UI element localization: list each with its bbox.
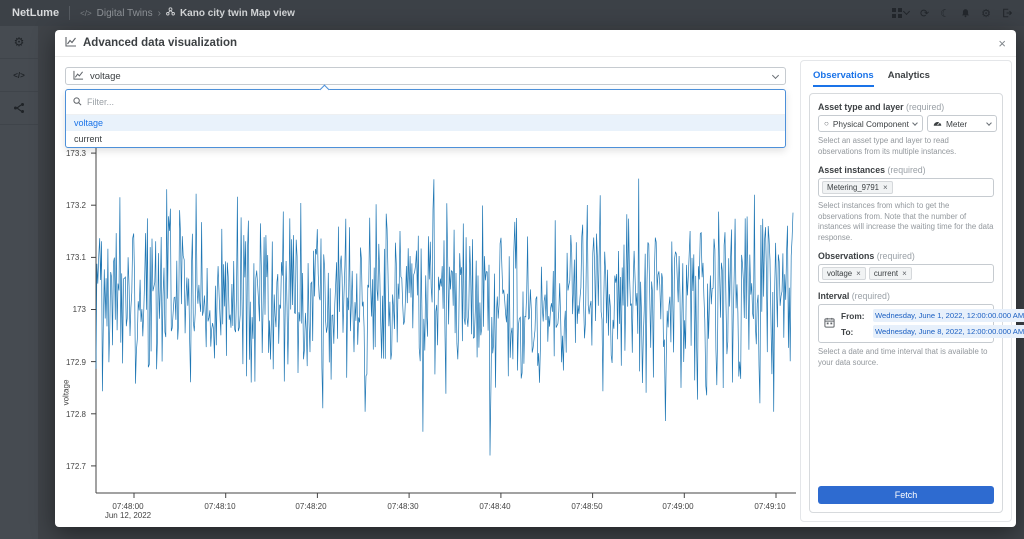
y-tick: 172.7: [59, 462, 86, 471]
asset-type-label: Asset type and layer (required): [818, 102, 994, 112]
chevron-down-icon: [912, 120, 918, 126]
gear-icon: ⚙: [14, 35, 25, 49]
x-tick: 07:48:00: [93, 502, 163, 511]
chart-canvas[interactable]: [90, 127, 801, 499]
calendar-icon: [824, 315, 835, 333]
remove-chip-icon[interactable]: ×: [883, 183, 888, 192]
observations-form: Asset type and layer (required) ○ Physic…: [809, 93, 1003, 513]
physical-component-icon: ○: [824, 119, 829, 128]
x-tick: 07:49:10: [735, 502, 805, 511]
panel-tabs: Observations Analytics: [801, 61, 1011, 87]
logout-icon[interactable]: [1002, 8, 1012, 18]
dialog-title: Advanced data visualization: [83, 37, 237, 49]
y-tick: 173.1: [59, 253, 86, 262]
sidebar-item-settings[interactable]: ⚙: [0, 26, 38, 59]
x-tick: 07:48:30: [368, 502, 438, 511]
dialog-header: Advanced data visualization ×: [55, 30, 1016, 57]
y-tick: 172.8: [59, 410, 86, 419]
x-axis-date-label: Jun 12, 2022: [93, 511, 163, 520]
chevron-down-icon: [986, 120, 992, 126]
y-tick: 173.3: [59, 149, 86, 158]
observation-dropdown: voltage current: [65, 89, 786, 148]
chevron-down-icon: [772, 71, 779, 78]
observation-select[interactable]: voltage: [65, 67, 786, 85]
observations-label: Observations (required): [818, 251, 994, 261]
x-tick: 07:48:50: [552, 502, 622, 511]
apps-grid-icon[interactable]: [892, 8, 909, 18]
dropdown-option-current[interactable]: current: [66, 131, 785, 147]
observation-chip[interactable]: current ×: [869, 267, 912, 280]
chart-line-icon: [65, 34, 77, 52]
remove-chip-icon[interactable]: ×: [902, 269, 907, 278]
interval-label: Interval (required): [818, 291, 994, 301]
observation-chip[interactable]: voltage ×: [822, 267, 866, 280]
app-logo[interactable]: NetLume: [12, 7, 59, 19]
y-tick: 173.2: [59, 201, 86, 210]
query-panel: Observations Analytics Asset type and la…: [800, 60, 1012, 522]
interval-picker: From: Wednesday, June 1, 2022, 12:00:00.…: [818, 304, 994, 343]
dropdown-filter-row: [66, 90, 785, 115]
interval-to-label: To:: [841, 327, 869, 337]
tab-observations[interactable]: Observations: [813, 70, 874, 87]
settings-gear-icon[interactable]: ⚙: [981, 7, 991, 20]
x-tick: 07:48:10: [185, 502, 255, 511]
asset-instances-helper: Select instances from which to get the o…: [818, 201, 994, 243]
breadcrumb: </> Digital Twins › Kano city twin Map v…: [80, 7, 295, 19]
advanced-data-visualization-dialog: Advanced data visualization × voltage vo…: [55, 30, 1016, 527]
layer-select[interactable]: Meter: [927, 115, 997, 132]
refresh-icon[interactable]: ⟳: [920, 7, 929, 20]
breadcrumb-separator: ›: [158, 8, 161, 19]
fetch-button[interactable]: Fetch: [818, 486, 994, 504]
network-icon: [13, 102, 25, 114]
x-tick: 07:49:00: [643, 502, 713, 511]
notifications-bell-icon[interactable]: [961, 8, 970, 18]
x-tick: 07:48:20: [276, 502, 346, 511]
left-sidebar: ⚙ </>: [0, 26, 38, 539]
chevron-down-icon: [903, 8, 910, 15]
asset-type-helper: Select an asset type and layer to read o…: [818, 136, 994, 157]
x-tick: 07:48:40: [460, 502, 530, 511]
sidebar-item-network[interactable]: [0, 92, 38, 125]
dark-mode-icon[interactable]: ☾: [940, 7, 950, 20]
breadcrumb-current[interactable]: Kano city twin Map view: [180, 8, 295, 19]
y-tick: 173: [59, 305, 86, 314]
y-tick: 172.9: [59, 358, 86, 367]
observation-select-value: voltage: [90, 71, 121, 82]
dropdown-option-voltage[interactable]: voltage: [66, 115, 785, 131]
observations-input[interactable]: voltage × current ×: [818, 264, 994, 283]
meter-icon: [933, 119, 942, 129]
filter-input[interactable]: [87, 97, 747, 107]
interval-from-value[interactable]: Wednesday, June 1, 2022, 12:00:00.000 AM: [873, 309, 1024, 322]
interval-helper: Select a date and time interval that is …: [818, 347, 994, 368]
layer-value: Meter: [946, 119, 967, 129]
twin-icon: [166, 7, 175, 19]
interval-to-value[interactable]: Wednesday, June 8, 2022, 12:00:00.000 AM: [873, 325, 1024, 338]
search-icon: [73, 93, 82, 111]
asset-instances-label: Asset instances (required): [818, 165, 994, 175]
breadcrumb-section[interactable]: Digital Twins: [97, 8, 153, 19]
y-axis-label: voltage: [62, 373, 71, 413]
voltage-line-chart[interactable]: voltage 173.3 173.2 173.1 173 172.9 172.…: [55, 120, 800, 520]
tab-analytics[interactable]: Analytics: [888, 70, 930, 87]
interval-from-label: From:: [841, 311, 869, 321]
topbar-divider: [69, 6, 70, 20]
code-icon: </>: [80, 9, 92, 18]
chart-line-icon: [73, 70, 84, 83]
remove-chip-icon[interactable]: ×: [856, 269, 861, 278]
code-icon: </>: [13, 71, 25, 80]
top-navigation-bar: NetLume </> Digital Twins › Kano city tw…: [0, 0, 1024, 26]
asset-type-select[interactable]: ○ Physical Component: [818, 115, 923, 132]
asset-type-value: Physical Component: [833, 119, 909, 129]
asset-instances-input[interactable]: Metering_9791 ×: [818, 178, 994, 197]
instance-chip[interactable]: Metering_9791 ×: [822, 181, 893, 194]
sidebar-item-code[interactable]: </>: [0, 59, 38, 92]
close-icon[interactable]: ×: [998, 37, 1006, 50]
